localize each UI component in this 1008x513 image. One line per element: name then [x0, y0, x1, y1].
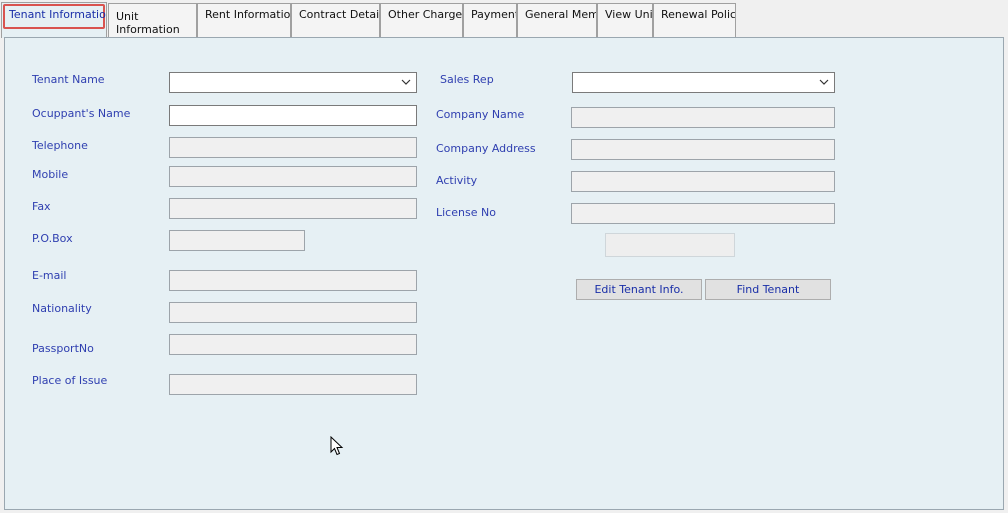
chevron-down-icon[interactable] — [400, 76, 412, 88]
email-input[interactable] — [169, 270, 417, 291]
email-label: E-mail — [32, 269, 67, 282]
occupant-name-label: Ocuppant's Name — [32, 107, 131, 120]
tab-rent-information[interactable]: Rent Informatior — [197, 3, 291, 37]
tab-label: Contract Details — [299, 8, 380, 21]
fax-label: Fax — [32, 200, 51, 213]
tab-payments[interactable]: Payment: — [463, 3, 517, 37]
tab-contract-details[interactable]: Contract Details — [291, 3, 380, 37]
tab-other-charges[interactable]: Other Charges — [380, 3, 463, 37]
find-tenant-button[interactable]: Find Tenant — [705, 279, 831, 300]
company-name-input[interactable] — [571, 107, 835, 128]
occupant-name-input[interactable] — [169, 105, 417, 126]
tab-label: Tenant Informatior — [9, 8, 107, 21]
sales-rep-label: Sales Rep — [440, 73, 494, 86]
chevron-down-icon[interactable] — [818, 76, 830, 88]
tab-label: Rent Informatior — [205, 8, 291, 21]
passport-no-input[interactable] — [169, 334, 417, 355]
company-address-input[interactable] — [571, 139, 835, 160]
tab-label: Renewal Policy — [661, 8, 736, 21]
tab-label: View Unit — [605, 8, 653, 21]
telephone-label: Telephone — [32, 139, 88, 152]
tab-view-unit[interactable]: View Unit — [597, 3, 653, 37]
nationality-label: Nationality — [32, 302, 92, 315]
company-name-label: Company Name — [436, 108, 525, 121]
place-of-issue-label: Place of Issue — [32, 374, 108, 387]
tenant-information-panel: Tenant Name Ocuppant's Name Telephone Mo… — [4, 37, 1004, 510]
place-of-issue-input[interactable] — [169, 374, 417, 395]
tab-label: Other Charges — [388, 8, 463, 21]
tenant-name-combobox[interactable] — [169, 72, 417, 93]
edit-tenant-info-button[interactable]: Edit Tenant Info. — [576, 279, 702, 300]
mobile-label: Mobile — [32, 168, 69, 181]
sales-rep-combobox[interactable] — [572, 72, 835, 93]
tab-unit-information[interactable]: Unit Information — [108, 3, 197, 37]
activity-label: Activity — [436, 174, 478, 187]
mouse-pointer-icon — [330, 436, 344, 456]
telephone-input[interactable] — [169, 137, 417, 158]
company-address-label: Company Address — [436, 142, 536, 155]
license-no-input[interactable] — [571, 203, 835, 224]
mobile-input[interactable] — [169, 166, 417, 187]
tab-label: Payment: — [471, 8, 516, 21]
tab-tenant-information[interactable]: Tenant Informatior — [1, 2, 107, 38]
passport-no-label: PassportNo — [32, 342, 94, 355]
license-no-label: License No — [436, 206, 496, 219]
disabled-field — [605, 233, 735, 257]
nationality-input[interactable] — [169, 302, 417, 323]
tab-label: General Memo — [525, 8, 596, 21]
fax-input[interactable] — [169, 198, 417, 219]
tenant-name-label: Tenant Name — [32, 73, 105, 86]
tab-label: Unit Information — [116, 10, 180, 36]
po-box-label: P.O.Box — [32, 232, 73, 245]
po-box-input[interactable] — [169, 230, 305, 251]
activity-input[interactable] — [571, 171, 835, 192]
tab-strip: Tenant Informatior Unit Information Rent… — [0, 0, 1008, 38]
tab-renewal-policy[interactable]: Renewal Policy — [653, 3, 736, 37]
tab-general-memo[interactable]: General Memo — [517, 3, 597, 37]
